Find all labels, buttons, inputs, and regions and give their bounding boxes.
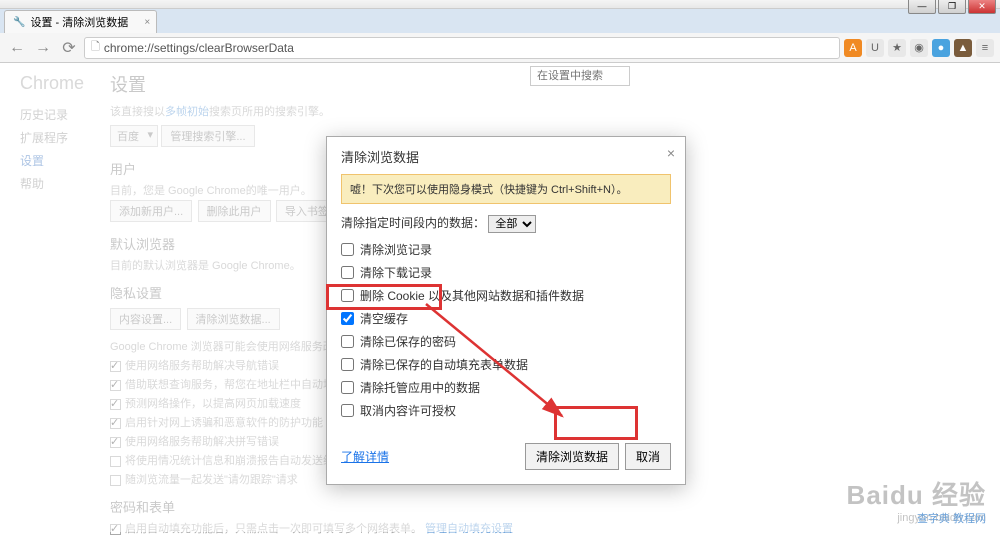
sidebar-item-2[interactable]: 设置 xyxy=(20,152,110,169)
time-range-label: 清除指定时间段内的数据： xyxy=(341,216,485,230)
browser-toolbar: ← → ⟳ 🗋 chrome://settings/clearBrowserDa… xyxy=(0,33,1000,63)
clear-option-7[interactable]: 取消内容许可授权 xyxy=(341,402,671,419)
clear-option-label-7: 取消内容许可授权 xyxy=(360,402,456,419)
back-button[interactable]: ← xyxy=(6,39,28,57)
incognito-tip: 嘘！下次您可以使用隐身模式（快捷键为 Ctrl+Shift+N）。 xyxy=(341,174,671,204)
time-range-select[interactable]: 全部 xyxy=(488,215,536,233)
extension-ext-mtn[interactable]: ▲ xyxy=(954,39,972,57)
sidebar-item-1[interactable]: 扩展程序 xyxy=(20,129,110,146)
window-minimize-button[interactable]: — xyxy=(908,0,936,14)
clear-data-confirm-button[interactable]: 清除浏览数据 xyxy=(525,443,619,470)
brand-label: Chrome xyxy=(20,73,110,94)
clear-option-checkbox-4[interactable] xyxy=(341,335,354,348)
search-engine-select[interactable]: 百度 xyxy=(110,125,158,147)
clear-option-1[interactable]: 清除下载记录 xyxy=(341,264,671,281)
clear-option-checkbox-3[interactable] xyxy=(341,312,354,325)
clear-option-checkbox-6[interactable] xyxy=(341,381,354,394)
extension-ext-shield[interactable]: ◉ xyxy=(910,39,928,57)
clear-option-label-5: 清除已保存的自动填充表单数据 xyxy=(360,356,528,373)
forward-button[interactable]: → xyxy=(32,39,54,57)
clear-option-checkbox-2[interactable] xyxy=(341,289,354,302)
clear-option-label-3: 清空缓存 xyxy=(360,310,408,327)
window-titlebar: — ❐ ✕ xyxy=(0,0,1000,9)
clear-option-4[interactable]: 清除已保存的密码 xyxy=(341,333,671,350)
sidebar-item-3[interactable]: 帮助 xyxy=(20,175,110,192)
clear-option-3[interactable]: 清空缓存 xyxy=(341,310,671,327)
clear-option-label-0: 清除浏览记录 xyxy=(360,241,432,258)
clear-browsing-data-dialog: 清除浏览数据 × 嘘！下次您可以使用隐身模式（快捷键为 Ctrl+Shift+N… xyxy=(326,136,686,485)
clear-option-6[interactable]: 清除托管应用中的数据 xyxy=(341,379,671,396)
content-settings-button[interactable]: 内容设置... xyxy=(110,308,181,330)
extension-ext-star[interactable]: ★ xyxy=(888,39,906,57)
tab-close-icon[interactable]: × xyxy=(144,17,150,28)
window-maximize-button[interactable]: ❐ xyxy=(938,0,966,14)
wrench-icon: 🔧 xyxy=(13,17,25,28)
address-url: chrome://settings/clearBrowserData xyxy=(104,41,294,55)
window-close-button[interactable]: ✕ xyxy=(968,0,996,14)
tab-strip: 🔧 设置 - 清除浏览数据 × xyxy=(0,9,1000,33)
clear-browsing-button[interactable]: 清除浏览数据... xyxy=(187,308,280,330)
learn-more-link[interactable]: 了解详情 xyxy=(341,448,389,465)
clear-option-5[interactable]: 清除已保存的自动填充表单数据 xyxy=(341,356,671,373)
clear-option-0[interactable]: 清除浏览记录 xyxy=(341,241,671,258)
clear-option-label-6: 清除托管应用中的数据 xyxy=(360,379,480,396)
settings-sidebar: Chrome 历史记录扩展程序设置帮助 xyxy=(0,63,110,532)
cancel-button[interactable]: 取消 xyxy=(625,443,671,470)
clear-option-label-1: 清除下载记录 xyxy=(360,264,432,281)
extension-ext-a[interactable]: A xyxy=(844,39,862,57)
watermark-site: 查字典 教程网 xyxy=(917,510,986,526)
dialog-close-icon[interactable]: × xyxy=(667,145,675,161)
extension-ext-circle[interactable]: ● xyxy=(932,39,950,57)
delete-user-button[interactable]: 删除此用户 xyxy=(198,200,271,222)
search-settings-box[interactable] xyxy=(530,66,630,86)
extension-ext-wrench[interactable]: ≡ xyxy=(976,39,994,57)
address-bar[interactable]: 🗋 chrome://settings/clearBrowserData xyxy=(84,37,840,59)
globe-icon: 🗋 xyxy=(91,38,100,57)
clear-option-label-4: 清除已保存的密码 xyxy=(360,333,456,350)
clear-option-checkbox-0[interactable] xyxy=(341,243,354,256)
browser-tab-settings[interactable]: 🔧 设置 - 清除浏览数据 × xyxy=(4,10,157,33)
clear-option-label-2: 删除 Cookie 以及其他网站数据和插件数据 xyxy=(360,287,584,304)
add-user-button[interactable]: 添加新用户... xyxy=(110,200,192,222)
manage-engines-button[interactable]: 管理搜索引擎... xyxy=(161,125,254,147)
sidebar-item-0[interactable]: 历史记录 xyxy=(20,106,110,123)
dialog-title: 清除浏览数据 xyxy=(341,150,419,165)
search-settings-input[interactable] xyxy=(530,66,630,86)
reload-button[interactable]: ⟳ xyxy=(58,38,80,58)
extension-ext-u[interactable]: U xyxy=(866,39,884,57)
clear-option-2[interactable]: 删除 Cookie 以及其他网站数据和插件数据 xyxy=(341,287,671,304)
clear-option-checkbox-7[interactable] xyxy=(341,404,354,417)
clear-option-checkbox-5[interactable] xyxy=(341,358,354,371)
tab-title: 设置 - 清除浏览数据 xyxy=(30,14,128,30)
clear-option-checkbox-1[interactable] xyxy=(341,266,354,279)
